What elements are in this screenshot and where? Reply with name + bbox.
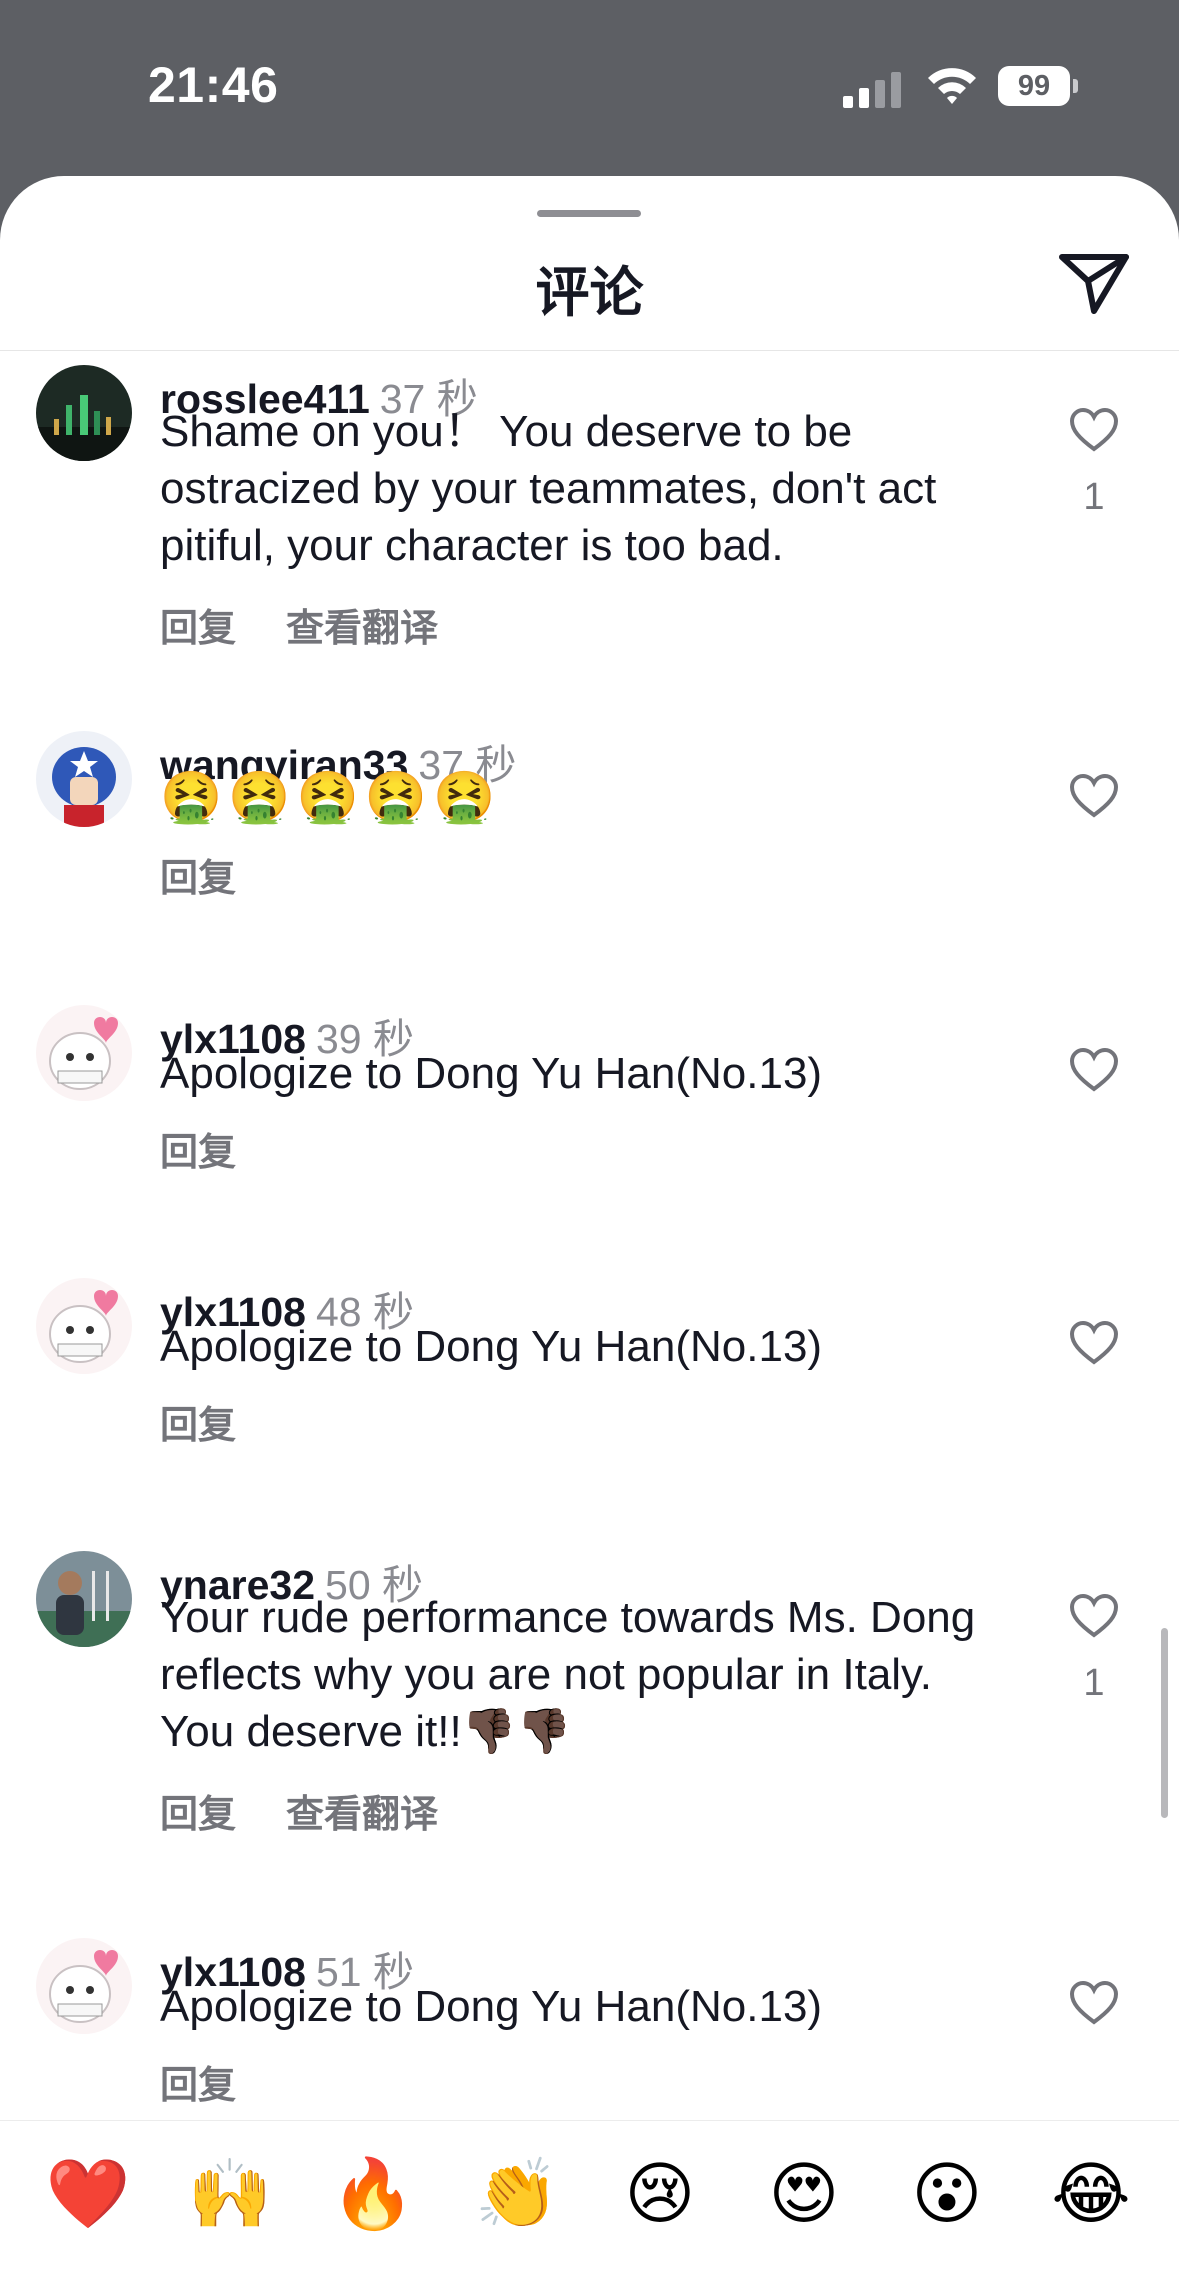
like-count: 1 — [1083, 476, 1105, 518]
heart-outline-icon[interactable] — [1069, 407, 1119, 453]
like-button[interactable] — [1064, 1320, 1124, 1371]
translate-button[interactable]: 查看翻译 — [286, 1794, 438, 1836]
signal-icon — [843, 72, 901, 108]
like-count: 1 — [1083, 1662, 1105, 1704]
reply-button[interactable]: 回复 — [160, 2065, 236, 2107]
avatar[interactable] — [36, 365, 132, 461]
reply-button[interactable]: 回复 — [160, 858, 236, 900]
drag-handle[interactable] — [537, 210, 641, 217]
status-bar: 21:46 99 — [0, 0, 1179, 176]
quick-reaction-bar: ❤️ 🙌 🔥 👏 😢 😍 😮 😂 — [0, 2120, 1179, 2287]
heart-outline-icon[interactable] — [1069, 773, 1119, 819]
heart-outline-icon[interactable] — [1069, 1593, 1119, 1639]
comment-actions: 回复 — [160, 1394, 286, 1449]
comment-list[interactable]: rosslee411 37 秒 Shame on you！ You deserve… — [0, 351, 1179, 2120]
heart-outline-icon[interactable] — [1069, 1320, 1119, 1366]
comment-actions: 回复 查看翻译 — [160, 1783, 488, 1838]
comment-actions: 回复 查看翻译 — [160, 597, 488, 652]
reply-button[interactable]: 回复 — [160, 1794, 236, 1836]
avatar[interactable] — [36, 1938, 132, 2034]
comment-actions: 回复 — [160, 2054, 286, 2109]
comment-sheet: 评论 rosslee411 37 秒 Shame on you！ You dese… — [0, 176, 1179, 2287]
like-button[interactable]: 1 — [1064, 407, 1124, 519]
reply-button[interactable]: 回复 — [160, 608, 236, 650]
comment-text: Apologize to Dong Yu Han(No.13) — [160, 1049, 823, 1098]
like-button[interactable]: 1 — [1064, 1593, 1124, 1705]
comment-actions: 回复 — [160, 847, 286, 902]
avatar[interactable] — [36, 1278, 132, 1374]
reply-button[interactable]: 回复 — [160, 1132, 236, 1174]
reaction-fire[interactable]: 🔥 — [328, 2149, 418, 2239]
heart-outline-icon[interactable] — [1069, 1047, 1119, 1093]
avatar[interactable] — [36, 1005, 132, 1101]
reply-button[interactable]: 回复 — [160, 1405, 236, 1447]
scrollbar[interactable] — [1161, 1628, 1168, 1818]
heart-outline-icon[interactable] — [1069, 1980, 1119, 2026]
comment-text: 🤮🤮🤮🤮🤮 — [160, 769, 502, 825]
wifi-icon — [928, 68, 976, 104]
reaction-cry[interactable]: 😢 — [615, 2149, 705, 2239]
comment-text: Apologize to Dong Yu Han(No.13) — [160, 1322, 823, 1371]
reaction-laugh[interactable]: 😂 — [1046, 2149, 1136, 2239]
reaction-heart-eyes[interactable]: 😍 — [759, 2149, 849, 2239]
translate-button[interactable]: 查看翻译 — [286, 608, 438, 650]
battery-icon: 99 — [998, 66, 1078, 106]
reaction-heart[interactable]: ❤️ — [43, 2149, 133, 2239]
reaction-surprised[interactable]: 😮 — [902, 2149, 992, 2239]
battery-level: 99 — [998, 66, 1070, 106]
comment-text: Your rude performance towards Ms. Dong r… — [160, 1593, 976, 1756]
comment-text: Apologize to Dong Yu Han(No.13) — [160, 1982, 823, 2031]
like-button[interactable] — [1064, 773, 1124, 824]
sheet-title: 评论 — [535, 263, 644, 323]
like-button[interactable] — [1064, 1980, 1124, 2031]
avatar[interactable] — [36, 1551, 132, 1647]
avatar[interactable] — [36, 731, 132, 827]
comment-actions: 回复 — [160, 1121, 286, 1176]
send-icon[interactable] — [1058, 251, 1130, 315]
reaction-raised-hands[interactable]: 🙌 — [185, 2149, 275, 2239]
comment-text: Shame on you！ You deserve to be ostraciz… — [160, 407, 937, 570]
status-time: 21:46 — [148, 57, 279, 113]
like-button[interactable] — [1064, 1047, 1124, 1098]
reaction-clap[interactable]: 👏 — [472, 2149, 562, 2239]
